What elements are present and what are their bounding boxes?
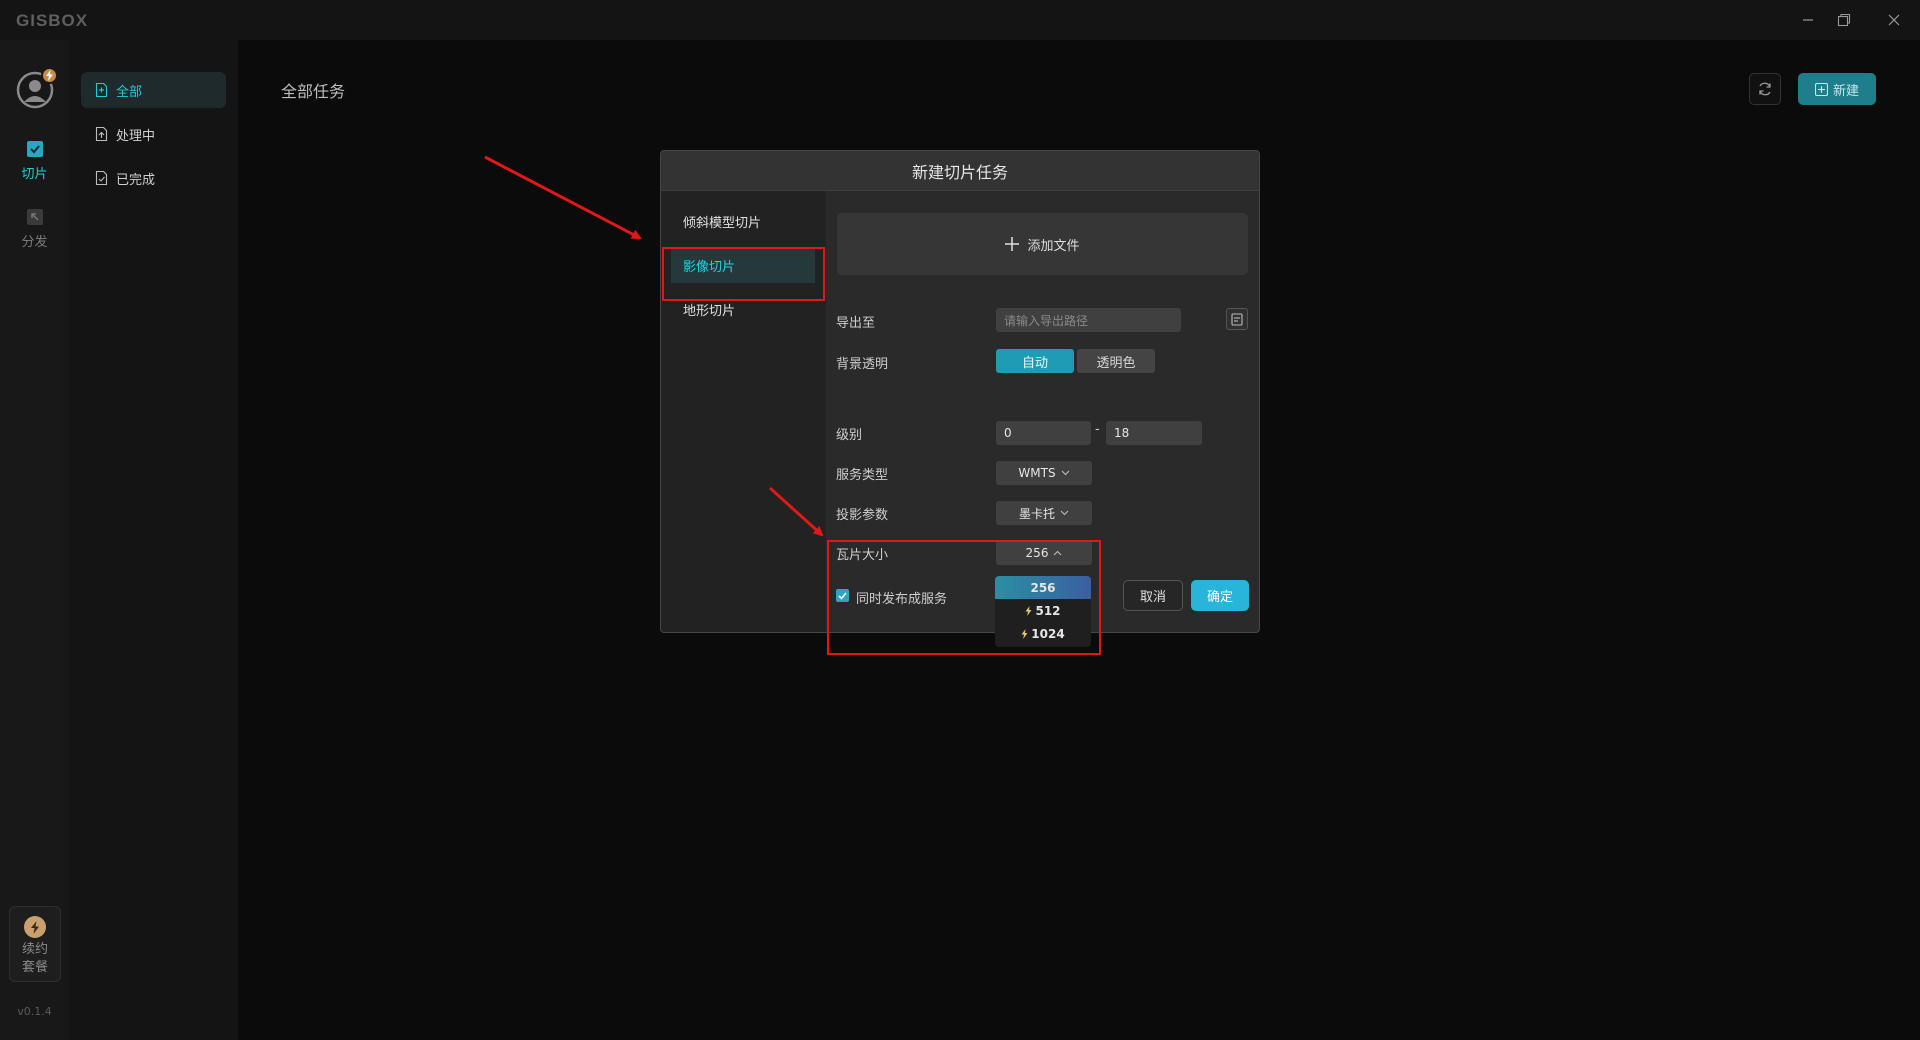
vip-badge — [41, 67, 58, 84]
sidebar-item-all[interactable]: 全部 — [81, 72, 226, 108]
service-type-label: 服务类型 — [836, 468, 889, 483]
confirm-button[interactable]: 确定 — [1191, 580, 1249, 611]
level-min-input[interactable]: 0 — [996, 421, 1091, 445]
sidebar-item-label: 全部 — [116, 84, 143, 100]
minimize-button[interactable] — [1790, 8, 1826, 32]
app-version: v0.1.4 — [17, 1005, 52, 1018]
plus-icon — [1005, 237, 1020, 251]
chevron-down-icon — [1061, 470, 1069, 476]
lightning-icon — [31, 920, 39, 934]
add-file-label: 添加文件 — [1027, 238, 1080, 254]
dialog-title: 新建切片任务 — [661, 151, 1259, 191]
renew-plan-label: 续约套餐 — [21, 942, 48, 975]
distribute-icon — [26, 209, 43, 225]
file-check-icon — [95, 171, 108, 185]
lightning-icon — [46, 70, 53, 81]
level-max-input[interactable]: 18 — [1106, 421, 1202, 445]
close-button[interactable] — [1876, 8, 1912, 32]
slice-icon — [26, 141, 43, 157]
sidebar-item-label: 处理中 — [116, 128, 156, 144]
rail-item-label: 分发 — [21, 235, 48, 250]
tab-oblique-model[interactable]: 倾斜模型切片 — [671, 203, 815, 239]
refresh-icon — [1759, 82, 1771, 96]
page-title: 全部任务 — [281, 82, 346, 101]
restore-icon — [1837, 13, 1851, 27]
browse-folder-button[interactable] — [1226, 308, 1248, 330]
bg-transparent-option[interactable]: 透明色 — [1077, 349, 1155, 373]
title-bar: GISBOX — [0, 0, 1920, 40]
new-task-label: 新建 — [1832, 83, 1859, 99]
restore-button[interactable] — [1826, 8, 1862, 32]
minimize-icon — [1803, 19, 1813, 21]
add-file-button[interactable]: 添加文件 — [837, 213, 1248, 275]
file-icon — [95, 83, 108, 97]
nav-rail: 切片 分发 续约套餐 v0.1.4 — [0, 40, 69, 1040]
rail-item-label: 切片 — [21, 167, 48, 182]
renew-plan-button[interactable]: 续约套餐 — [9, 906, 61, 982]
annotation-box-imagery-tab — [662, 247, 825, 301]
refresh-button[interactable] — [1749, 73, 1781, 105]
service-type-value: WMTS — [1018, 466, 1056, 480]
annotation-box-tile-size — [827, 540, 1101, 655]
add-box-icon — [1814, 82, 1828, 96]
close-icon — [1888, 14, 1900, 26]
task-filter-sidebar: 全部 处理中 已完成 — [69, 40, 238, 1040]
projection-select[interactable]: 墨卡托 — [996, 501, 1092, 525]
projection-value: 墨卡托 — [1018, 506, 1055, 521]
export-path-input[interactable]: 请输入导出路径 — [996, 308, 1181, 332]
cancel-button[interactable]: 取消 — [1123, 580, 1183, 611]
rail-item-slice[interactable]: 切片 — [0, 140, 69, 198]
bg-transparent-label: 背景透明 — [836, 357, 889, 372]
level-range-dash: - — [1095, 422, 1100, 437]
rail-item-distribute[interactable]: 分发 — [0, 208, 69, 266]
new-task-button[interactable]: 新建 — [1798, 73, 1876, 105]
sidebar-item-label: 已完成 — [116, 172, 156, 188]
file-upload-icon — [95, 127, 108, 141]
sidebar-item-processing[interactable]: 处理中 — [81, 116, 226, 152]
level-label: 级别 — [836, 428, 863, 443]
folder-icon — [1231, 312, 1243, 326]
export-label: 导出至 — [836, 316, 876, 331]
chevron-down-icon — [1060, 510, 1069, 516]
projection-label: 投影参数 — [836, 508, 889, 523]
service-type-select[interactable]: WMTS — [996, 461, 1092, 485]
bg-auto-option[interactable]: 自动 — [996, 349, 1074, 373]
sidebar-item-completed[interactable]: 已完成 — [81, 160, 226, 196]
app-logo: GISBOX — [16, 11, 89, 30]
annotation-arrow-imagery — [484, 155, 642, 240]
